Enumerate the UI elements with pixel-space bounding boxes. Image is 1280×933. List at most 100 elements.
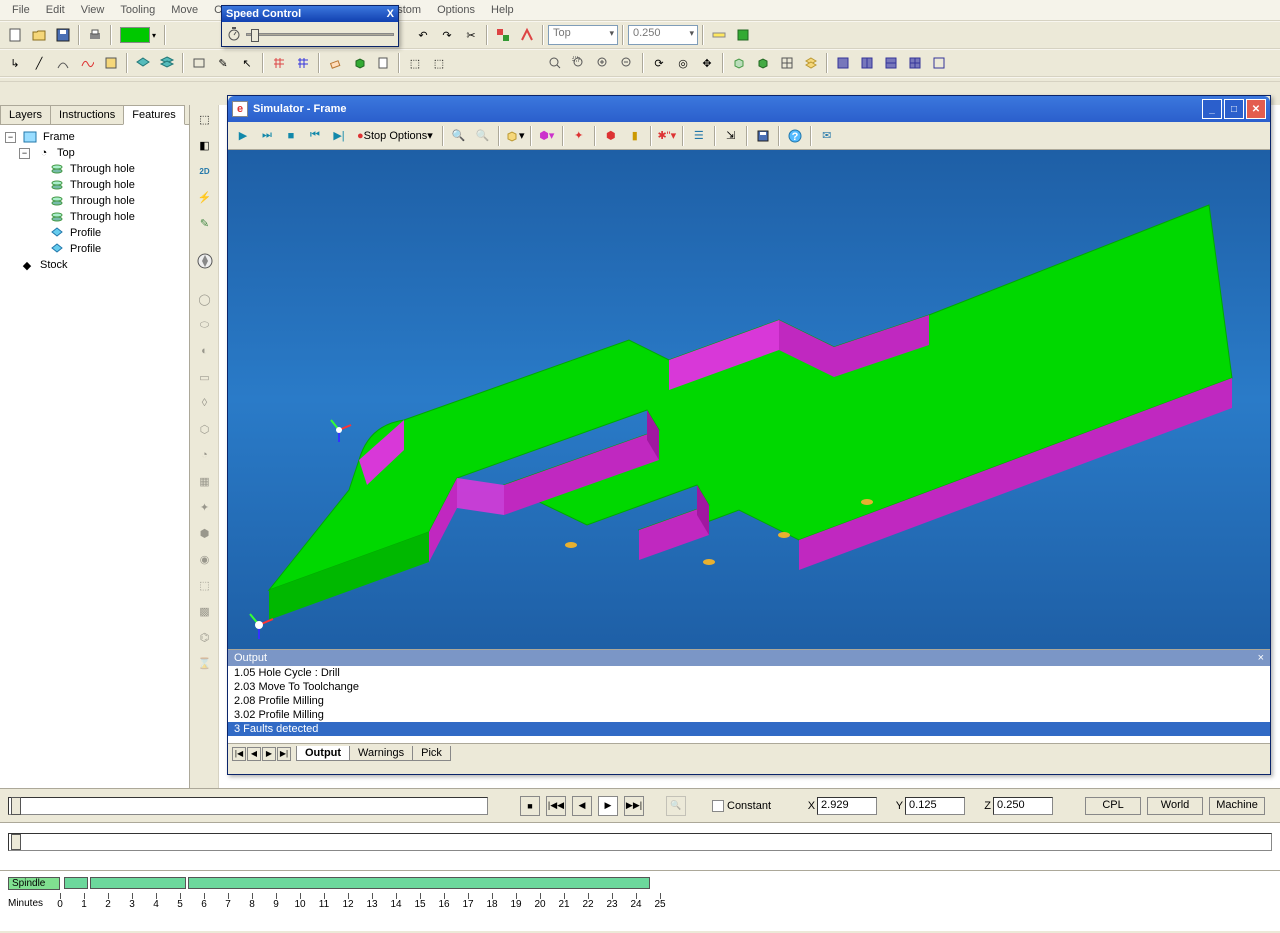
vtool-3-icon[interactable]: 2D <box>193 159 217 183</box>
tab-next-icon[interactable]: ▶ <box>262 747 276 761</box>
vp3-icon[interactable] <box>880 52 902 74</box>
output-tab-output[interactable]: Output <box>296 746 350 761</box>
brush-icon[interactable]: ✎ <box>212 52 234 74</box>
layer2-icon[interactable] <box>156 52 178 74</box>
nav-first-icon[interactable]: |◀◀ <box>546 796 566 816</box>
zoom-in-icon[interactable] <box>592 52 614 74</box>
gap-thumb[interactable] <box>11 834 21 850</box>
nav-next-icon[interactable]: ▶ <box>598 796 618 816</box>
speed-control-close[interactable]: X <box>387 8 394 20</box>
gap-slider[interactable] <box>8 833 1272 851</box>
constant-checkbox[interactable]: Constant <box>712 800 771 812</box>
menu-tooling[interactable]: Tooling <box>112 1 163 19</box>
rect-icon[interactable] <box>188 52 210 74</box>
zoom-fit-icon[interactable] <box>544 52 566 74</box>
doc-icon[interactable] <box>372 52 394 74</box>
gen5-icon[interactable]: ✱"▾ <box>656 125 678 147</box>
tree-through-hole-4[interactable]: Through hole <box>2 209 187 225</box>
zoom-fit2-icon[interactable]: 🔍 <box>448 125 470 147</box>
speed-control-titlebar[interactable]: Speed Control X <box>222 6 398 22</box>
tab-first-icon[interactable]: |◀ <box>232 747 246 761</box>
vp4-icon[interactable] <box>904 52 926 74</box>
line-icon[interactable]: ╱ <box>28 52 50 74</box>
color-swatch[interactable]: ▾ <box>116 24 160 46</box>
collapse-icon[interactable]: − <box>19 148 30 159</box>
spindle-bar-3[interactable] <box>188 877 650 889</box>
gen7-icon[interactable]: ⇲ <box>720 125 742 147</box>
vtool-6-icon[interactable] <box>193 249 217 273</box>
rotate-icon[interactable]: ⟳ <box>648 52 670 74</box>
tab-features[interactable]: Features <box>123 105 184 125</box>
stop-icon[interactable]: ■ <box>280 125 302 147</box>
mode-cpl-button[interactable]: CPL <box>1085 797 1141 815</box>
simulator-viewport[interactable] <box>228 150 1270 649</box>
gen6-icon[interactable]: ☰ <box>688 125 710 147</box>
step-icon[interactable]: ▶| <box>328 125 350 147</box>
tool-a-icon[interactable] <box>492 24 514 46</box>
machine-icon[interactable] <box>732 24 754 46</box>
vp5-icon[interactable] <box>928 52 950 74</box>
print-icon[interactable] <box>84 24 106 46</box>
nav-prev-icon[interactable]: ◀ <box>572 796 592 816</box>
menu-help[interactable]: Help <box>483 1 522 19</box>
vtool-2-icon[interactable]: ◧ <box>193 133 217 157</box>
tab-prev-icon[interactable]: ◀ <box>247 747 261 761</box>
view-dropdown[interactable]: Top <box>548 25 618 45</box>
menu-options[interactable]: Options <box>429 1 483 19</box>
gen3-icon[interactable]: ⬢ <box>600 125 622 147</box>
save2-icon[interactable] <box>752 125 774 147</box>
vp2-icon[interactable] <box>856 52 878 74</box>
rewind-icon[interactable]: ⏮ <box>304 125 326 147</box>
gen4-icon[interactable]: ▮ <box>624 125 646 147</box>
output-row[interactable]: 2.03 Move To Toolchange <box>228 680 1270 694</box>
solid2-icon[interactable] <box>752 52 774 74</box>
collapse-icon[interactable]: − <box>5 132 16 143</box>
layer1-icon[interactable] <box>132 52 154 74</box>
solid1-icon[interactable] <box>728 52 750 74</box>
output-close-icon[interactable]: × <box>1258 652 1264 664</box>
size-dropdown[interactable]: 0.250 <box>628 25 698 45</box>
tree-through-hole-3[interactable]: Through hole <box>2 193 187 209</box>
help-icon[interactable]: ? <box>784 125 806 147</box>
curve-icon[interactable] <box>52 52 74 74</box>
hatch-icon[interactable] <box>100 52 122 74</box>
open-icon[interactable] <box>28 24 50 46</box>
gen2-icon[interactable]: ✦ <box>568 125 590 147</box>
tab-last-icon[interactable]: ▶| <box>277 747 291 761</box>
gen1-icon[interactable]: ⬢▾ <box>536 125 558 147</box>
nav-last-icon[interactable]: ▶▶| <box>624 796 644 816</box>
tree-through-hole-2[interactable]: Through hole <box>2 177 187 193</box>
generic2-icon[interactable]: ⬚ <box>428 52 450 74</box>
nav-zoom-icon[interactable]: 🔍 <box>666 796 686 816</box>
eraser-icon[interactable] <box>324 52 346 74</box>
tree-profile-2[interactable]: Profile <box>2 241 187 257</box>
slider-thumb[interactable] <box>251 29 259 42</box>
output-row[interactable]: 3.02 Profile Milling <box>228 708 1270 722</box>
simulator-titlebar[interactable]: e Simulator - Frame _ □ ✕ <box>228 96 1270 122</box>
save-icon[interactable] <box>52 24 74 46</box>
layers-icon[interactable] <box>800 52 822 74</box>
zoom-window-icon[interactable] <box>568 52 590 74</box>
mail-icon[interactable]: ✉ <box>816 125 838 147</box>
new-icon[interactable] <box>4 24 26 46</box>
menu-edit[interactable]: Edit <box>38 1 73 19</box>
arrow-icon[interactable]: ↳ <box>4 52 26 74</box>
z-value[interactable]: 0.250 <box>993 797 1053 815</box>
sequence-thumb[interactable] <box>11 797 21 815</box>
output-row[interactable]: 1.05 Hole Cycle : Drill <box>228 666 1270 680</box>
zoom2-icon[interactable]: 🔍 <box>472 125 494 147</box>
vtool-4-icon[interactable]: ⚡ <box>193 185 217 209</box>
minimize-button[interactable]: _ <box>1202 99 1222 119</box>
tree-group-top[interactable]: − ◔ Top <box>2 145 187 161</box>
cursor-icon[interactable]: ↖ <box>236 52 258 74</box>
speed-slider[interactable] <box>246 33 394 36</box>
output-tab-pick[interactable]: Pick <box>412 746 451 761</box>
generic-icon[interactable]: ⬚ <box>404 52 426 74</box>
spindle-bar-2[interactable] <box>90 877 186 889</box>
vtool-1-icon[interactable]: ⬚ <box>193 107 217 131</box>
cut-icon[interactable]: ✂ <box>460 24 482 46</box>
close-button[interactable]: ✕ <box>1246 99 1266 119</box>
output-list[interactable]: 1.05 Hole Cycle : Drill 2.03 Move To Too… <box>228 666 1270 743</box>
tree-through-hole-1[interactable]: Through hole <box>2 161 187 177</box>
mode-machine-button[interactable]: Machine <box>1209 797 1265 815</box>
